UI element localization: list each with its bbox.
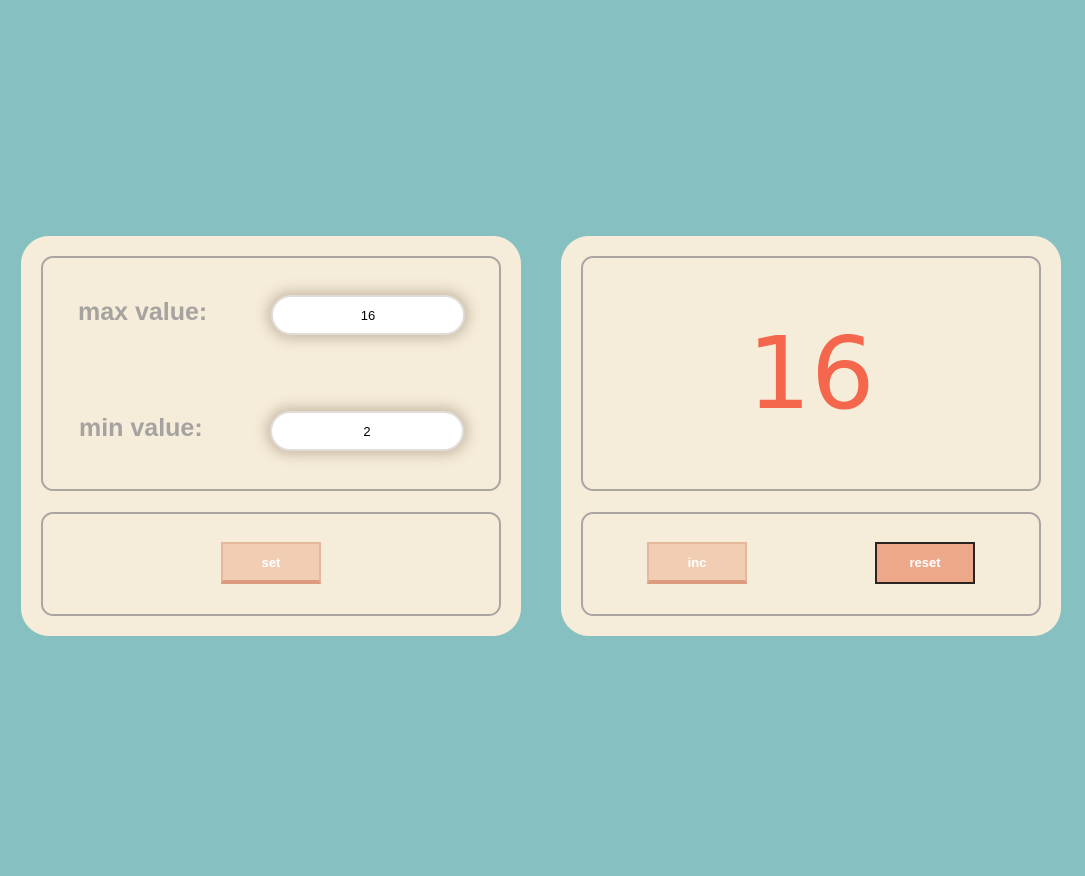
reset-button[interactable]: reset <box>875 542 975 584</box>
max-value-input[interactable] <box>271 295 465 335</box>
settings-panel: max value: min value: set <box>21 236 521 636</box>
counter-buttons-box: inc reset <box>581 512 1041 616</box>
set-button[interactable]: set <box>221 542 321 584</box>
counter-panel: 16 inc reset <box>561 236 1061 636</box>
settings-fields-box: max value: min value: <box>41 256 501 491</box>
settings-buttons-box: set <box>41 512 501 616</box>
counter-value: 16 <box>747 314 875 432</box>
counter-display-box: 16 <box>581 256 1041 491</box>
inc-button[interactable]: inc <box>647 542 747 584</box>
min-value-input[interactable] <box>270 411 464 451</box>
min-value-label: min value: <box>79 414 203 442</box>
max-value-label: max value: <box>78 298 208 326</box>
